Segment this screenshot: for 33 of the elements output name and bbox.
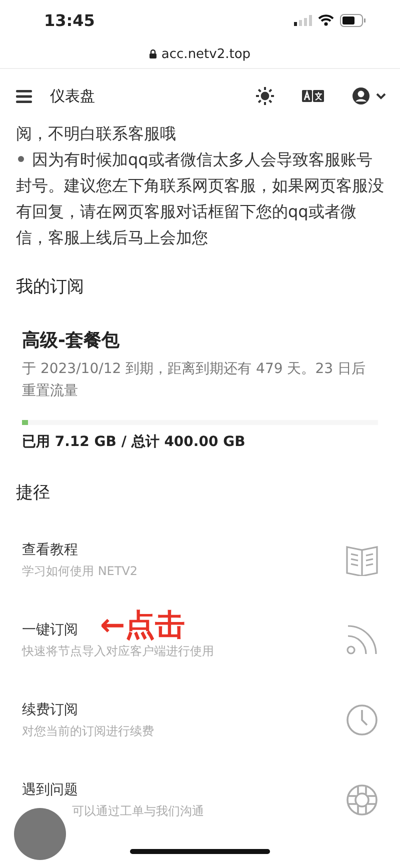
battery-icon xyxy=(340,14,366,26)
shortcut-title[interactable]: 查看教程 xyxy=(22,540,78,558)
clock-icon[interactable] xyxy=(346,704,378,736)
bullet-icon xyxy=(18,156,24,162)
translate-icon[interactable] xyxy=(302,90,324,102)
lifebuoy-icon[interactable] xyxy=(346,784,378,816)
annotation-text: ←点击 xyxy=(100,606,186,644)
lock-icon xyxy=(149,49,158,59)
rss-icon[interactable] xyxy=(346,624,378,656)
menu-icon[interactable] xyxy=(16,90,32,102)
status-time: 13:45 xyxy=(44,10,95,30)
notice-text: 阅，不明白联系客服哦 xyxy=(16,123,177,145)
shortcut-title[interactable]: 遇到问题 xyxy=(22,780,78,798)
shortcut-subtitle: 快速将节点导入对应客户端进行使用 xyxy=(22,642,214,660)
wifi-icon xyxy=(318,14,334,26)
shortcut-subtitle: 对您当前的订阅进行续费 xyxy=(22,722,154,740)
section-heading: 捷径 xyxy=(16,482,51,504)
section-heading: 我的订阅 xyxy=(16,276,85,298)
page-title: 仪表盘 xyxy=(50,86,96,106)
shortcut-subtitle: 学习如何使用 NETV2 xyxy=(22,562,138,580)
shortcut-title[interactable]: 续费订阅 xyxy=(22,700,78,718)
book-icon[interactable] xyxy=(346,544,378,576)
shortcut-title[interactable]: 一键订阅 xyxy=(22,620,78,638)
usage-text: 已用 7.12 GB / 总计 400.00 GB xyxy=(22,433,246,451)
url-text[interactable]: acc.netv2.top xyxy=(161,46,251,62)
shortcut-subtitle: 可以通过工单与我们沟通 xyxy=(71,802,204,820)
sun-icon[interactable] xyxy=(256,87,274,105)
avatar-placeholder[interactable] xyxy=(14,808,66,860)
notice-text: 因为有时候加qq或者微信太多人会导致客服账号封号。建议您左下角联系网页客服，如果网页客服没有回复，请在网页客服对话框留下您的qq或者微信，客服上线后马上会加您 xyxy=(16,149,384,249)
plan-name: 高级-套餐包 xyxy=(22,329,120,352)
user-menu-icon[interactable] xyxy=(352,87,386,105)
signal-icon xyxy=(294,14,312,26)
plan-detail: 于 2023/10/12 到期，距离到期还有 479 天。23 日后重置流量 xyxy=(22,360,366,401)
